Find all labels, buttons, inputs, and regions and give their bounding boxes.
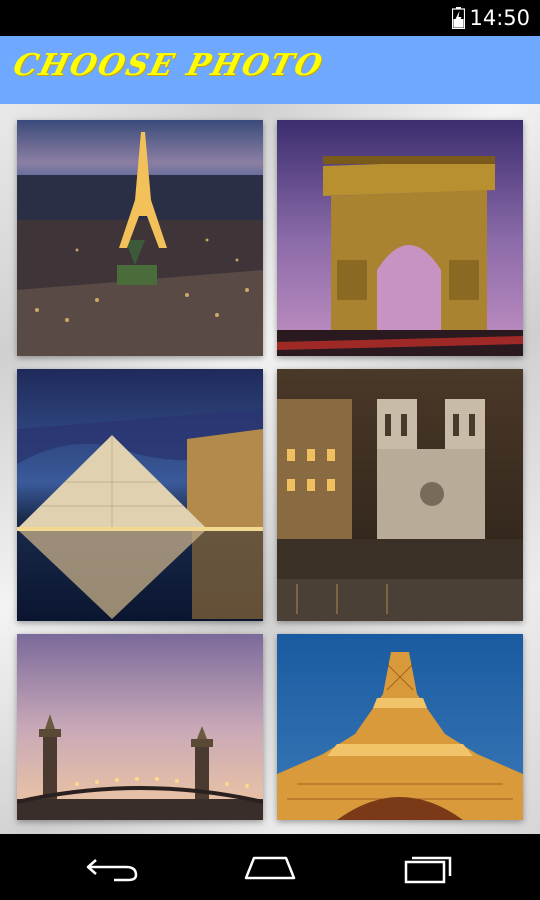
photo-image xyxy=(17,369,263,621)
photo-tile-pont-alexandre[interactable] xyxy=(17,634,263,820)
photo-image xyxy=(17,120,263,356)
navigation-bar xyxy=(0,834,540,900)
photo-tile-eiffel-below[interactable] xyxy=(277,634,523,820)
home-icon[interactable] xyxy=(240,850,300,884)
app-header: Choose Photo xyxy=(0,36,540,104)
recent-apps-icon[interactable] xyxy=(398,850,458,884)
battery-charging-icon xyxy=(452,7,465,29)
photo-image xyxy=(277,369,523,621)
photo-image xyxy=(277,120,523,356)
photo-grid xyxy=(0,104,540,834)
photo-tile-eiffel-aerial[interactable] xyxy=(17,120,263,356)
photo-tile-arc-de-triomphe[interactable] xyxy=(277,120,523,356)
back-icon[interactable] xyxy=(82,850,142,884)
photo-tile-notre-dame[interactable] xyxy=(277,369,523,621)
page-title: Choose Photo xyxy=(9,48,328,83)
photo-image xyxy=(277,634,523,820)
clock: 14:50 xyxy=(469,6,530,30)
status-bar: 14:50 xyxy=(0,0,540,36)
photo-tile-louvre[interactable] xyxy=(17,369,263,621)
photo-image xyxy=(17,634,263,820)
